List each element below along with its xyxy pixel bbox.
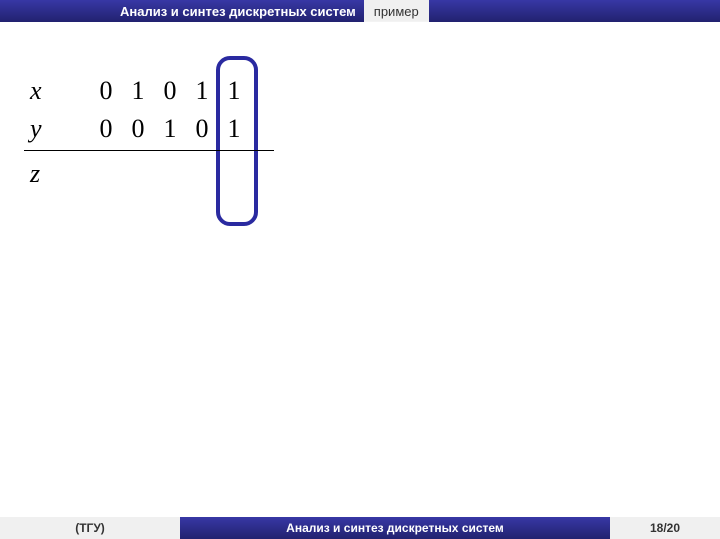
slide-content: x 0 1 0 1 1 y 0 0 1 0 1 z	[0, 22, 720, 517]
cell: 1	[186, 76, 218, 106]
cell: 1	[154, 114, 186, 144]
cell: 0	[90, 76, 122, 106]
footer-affiliation: (ТГУ)	[0, 517, 180, 539]
cell: 1	[218, 76, 250, 106]
header-tab: пример	[364, 0, 429, 22]
slide-footer: (ТГУ) Анализ и синтез дискретных систем …	[0, 517, 720, 539]
cell: 0	[154, 76, 186, 106]
row-label-y: y	[20, 114, 90, 144]
slide-header: Анализ и синтез дискретных систем пример	[0, 0, 720, 22]
cell: 1	[122, 76, 154, 106]
table-divider	[24, 150, 274, 151]
header-title: Анализ и синтез дискретных систем	[120, 4, 356, 19]
table-row: y 0 0 1 0 1	[20, 110, 274, 148]
table-row: x 0 1 0 1 1	[20, 72, 274, 110]
cell: 1	[218, 114, 250, 144]
table-row: z	[20, 155, 274, 193]
row-label-x: x	[20, 76, 90, 106]
truth-table: x 0 1 0 1 1 y 0 0 1 0 1 z	[20, 72, 274, 193]
cell: 0	[122, 114, 154, 144]
footer-page-number: 18/20	[610, 517, 720, 539]
row-label-z: z	[20, 159, 90, 189]
cell: 0	[90, 114, 122, 144]
footer-title: Анализ и синтез дискретных систем	[180, 521, 610, 535]
cell: 0	[186, 114, 218, 144]
